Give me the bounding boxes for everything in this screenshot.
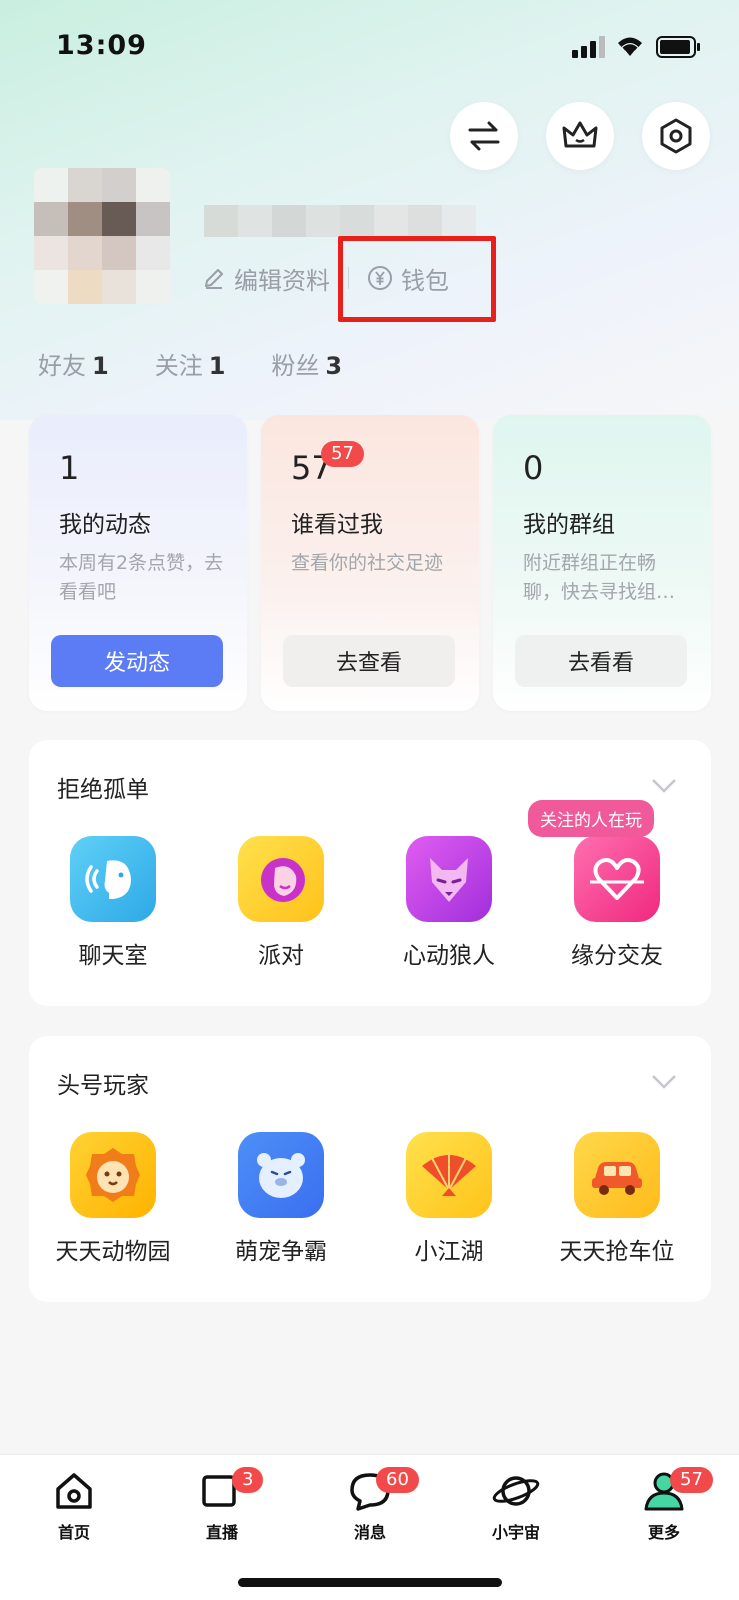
stat-value: 1: [92, 352, 109, 380]
card-my-posts[interactable]: 1 我的动态 本周有2条点赞，去看看吧 发动态: [29, 415, 247, 711]
app-parking[interactable]: 天天抢车位: [533, 1132, 701, 1266]
post-button[interactable]: 发动态: [51, 635, 223, 687]
card-desc: 本周有2条点赞，去看看吧: [59, 552, 224, 603]
vip-crown-button[interactable]: [546, 102, 614, 170]
status-time: 13:09: [56, 30, 147, 61]
card-desc: 附近群组正在畅聊，快去寻找组…: [523, 552, 676, 603]
car-icon: [574, 1132, 660, 1218]
section-top-players: 头号玩家 天天动物园 萌宠争霸 小江湖 天天抢车位: [29, 1036, 711, 1302]
switch-account-button[interactable]: [450, 102, 518, 170]
werewolf-icon: [406, 836, 492, 922]
app-jianghu[interactable]: 小江湖: [365, 1132, 533, 1266]
visitors-badge: 57: [321, 441, 364, 467]
chevron-down-icon[interactable]: [651, 778, 677, 794]
friends-playing-tag: 关注的人在玩: [528, 800, 654, 837]
app-chat-room[interactable]: 聊天室: [29, 836, 197, 970]
wallet-highlight-box: [338, 236, 496, 322]
status-bar: 13:09: [0, 0, 739, 90]
tab-home[interactable]: 首页: [24, 1469, 124, 1543]
tab-live[interactable]: 3 直播: [172, 1467, 272, 1543]
swap-arrows-icon: [468, 121, 500, 151]
edit-profile-link[interactable]: 编辑资料: [202, 261, 330, 296]
heart-friend-icon: [574, 836, 660, 922]
app-werewolf[interactable]: 心动狼人: [365, 836, 533, 970]
stat-label: 关注: [154, 352, 203, 380]
card-title: 我的动态: [59, 512, 151, 538]
stat-value: 1: [208, 352, 226, 380]
card-count: 1: [59, 449, 80, 487]
app-fate-friends[interactable]: 缘分交友: [533, 836, 701, 970]
tab-label: 小宇宙: [491, 1523, 540, 1542]
stat-friends[interactable]: 好友 1: [38, 346, 109, 381]
home-indicator: [238, 1578, 502, 1587]
app-party[interactable]: 派对: [197, 836, 365, 970]
tab-label: 直播: [205, 1523, 238, 1542]
edit-profile-label: 编辑资料: [234, 266, 330, 295]
planet-icon: [492, 1476, 540, 1506]
lion-icon: [70, 1132, 156, 1218]
avatar[interactable]: [34, 168, 170, 304]
card-title: 谁看过我: [291, 512, 383, 538]
browse-groups-button[interactable]: 去看看: [515, 635, 687, 687]
party-icon: [238, 836, 324, 922]
stat-value: 3: [325, 352, 343, 380]
section-title: 拒绝孤单: [57, 777, 149, 803]
stat-label: 粉丝: [271, 352, 320, 380]
stat-following[interactable]: 关注 1: [155, 346, 226, 381]
app-zoo[interactable]: 天天动物园: [29, 1132, 197, 1266]
stat-label: 好友: [38, 352, 86, 380]
app-label: 天天抢车位: [559, 1239, 675, 1265]
app-label: 聊天室: [78, 943, 148, 969]
tab-more[interactable]: 57 更多: [614, 1467, 714, 1543]
crown-icon: [562, 121, 598, 148]
card-my-groups[interactable]: 0 我的群组 附近群组正在畅聊，快去寻找组… 去看看: [493, 415, 711, 711]
section-no-lonely: 拒绝孤单 聊天室 派对 心动狼人 缘分交友: [29, 740, 711, 1006]
battery-icon: [656, 36, 700, 58]
fan-icon: [406, 1132, 492, 1218]
tab-label: 更多: [647, 1523, 680, 1542]
app-label: 心动狼人: [403, 943, 495, 969]
chevron-down-icon[interactable]: [651, 1074, 677, 1090]
tab-messages[interactable]: 60 消息: [320, 1467, 420, 1543]
more-badge: 57: [670, 1467, 713, 1493]
settings-hexagon-icon: [660, 118, 692, 154]
cellular-signal-icon: [572, 36, 605, 58]
tab-universe[interactable]: 小宇宙: [466, 1469, 566, 1543]
social-stats: 好友 1 关注 1 粉丝 3: [38, 346, 342, 381]
bear-icon: [238, 1132, 324, 1218]
wifi-icon: [618, 37, 642, 56]
settings-button[interactable]: [642, 102, 710, 170]
card-visitors[interactable]: 57 57 谁看过我 查看你的社交足迹 去查看: [261, 415, 479, 711]
home-icon: [56, 1473, 92, 1509]
live-badge: 3: [232, 1467, 264, 1493]
card-count: 57: [291, 449, 332, 487]
app-label: 派对: [258, 943, 304, 969]
app-label: 缘分交友: [571, 943, 663, 969]
pencil-icon: [205, 269, 223, 289]
tab-label: 首页: [57, 1523, 90, 1542]
messages-badge: 60: [376, 1467, 419, 1493]
app-pet-battle[interactable]: 萌宠争霸: [197, 1132, 365, 1266]
app-label: 小江湖: [414, 1239, 484, 1265]
stat-fans[interactable]: 粉丝 3: [271, 346, 342, 381]
app-label: 天天动物园: [55, 1239, 171, 1265]
card-count: 0: [523, 449, 544, 487]
chat-room-icon: [70, 836, 156, 922]
view-visitors-button[interactable]: 去查看: [283, 635, 455, 687]
username-blurred: [204, 205, 476, 237]
section-title: 头号玩家: [57, 1073, 149, 1099]
tab-label: 消息: [353, 1523, 386, 1542]
card-title: 我的群组: [523, 512, 615, 538]
card-desc: 查看你的社交足迹: [291, 552, 444, 574]
app-label: 萌宠争霸: [235, 1239, 327, 1265]
